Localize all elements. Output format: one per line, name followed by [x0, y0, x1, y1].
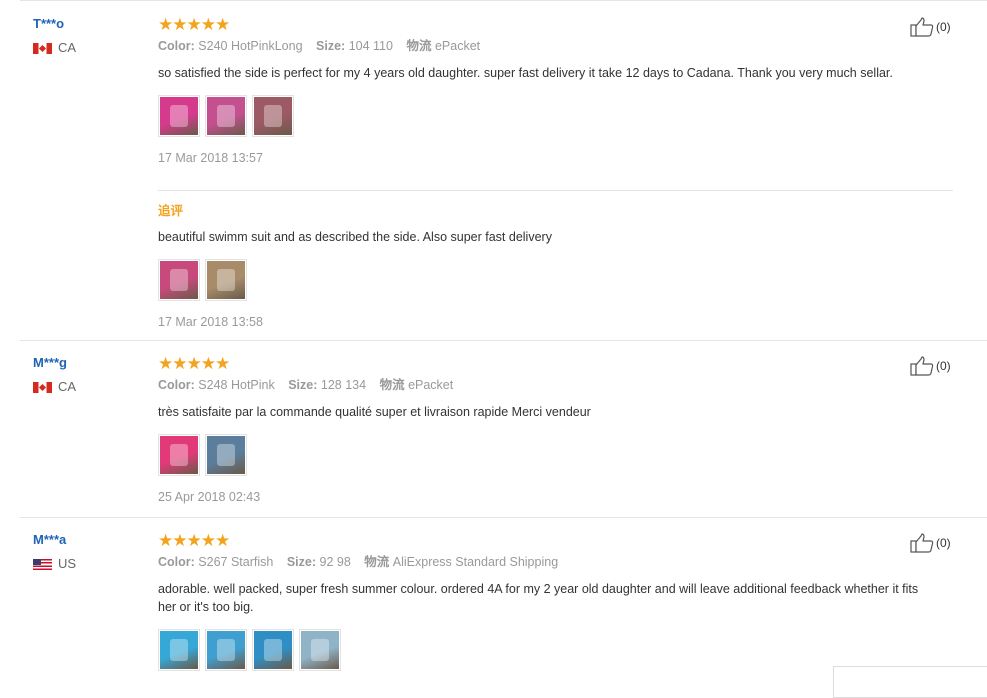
review-date: 17 Mar 2018 13:57 [158, 151, 263, 165]
thumbs-up-icon [910, 533, 934, 553]
color-value: S240 HotPinkLong [198, 39, 303, 53]
star-rating: ★★★★★ [158, 531, 230, 550]
helpful-count: (0) [936, 20, 951, 34]
photo-thumbnails [158, 629, 953, 671]
thumbs-up-icon [910, 17, 934, 37]
helpful-count: (0) [936, 359, 951, 373]
shipping-label: 物流 [379, 378, 405, 392]
shipping-value: AliExpress Standard Shipping [392, 555, 559, 569]
size-label: Size: [288, 378, 318, 392]
shipping-label: 物流 [364, 555, 390, 569]
photo-thumbnail[interactable] [205, 629, 247, 671]
photo-thumbnail[interactable] [158, 259, 200, 301]
review-divider [20, 340, 987, 341]
photo-thumbnail[interactable] [252, 629, 294, 671]
reviewer-info: M***a US [33, 532, 76, 571]
review-body: ★★★★★ Color: S240 HotPinkLong Size: 104 … [158, 16, 953, 165]
photo-thumbnails [158, 259, 953, 301]
review-divider [20, 517, 987, 518]
review-text: adorable. well packed, super fresh summe… [158, 582, 919, 614]
star-rating: ★★★★★ [158, 15, 230, 34]
reviewer-info: M***g CA [33, 355, 76, 394]
helpful-count: (0) [936, 536, 951, 550]
reviewer-country: CA [33, 41, 76, 55]
size-label: Size: [286, 555, 317, 569]
country-code: US [58, 556, 77, 571]
top-divider [20, 0, 987, 1]
photo-thumbnail[interactable] [205, 259, 247, 301]
color-value: S267 Starfish [198, 555, 274, 569]
floating-panel-edge [833, 666, 987, 698]
reviewer-country: US [33, 557, 76, 571]
review-body: ★★★★★ Color: S267 Starfish Size: 92 98 物… [158, 532, 953, 671]
canada-flag-icon [33, 381, 52, 393]
reviewer-name[interactable]: M***g [33, 355, 76, 371]
photo-thumbnails [158, 434, 953, 476]
order-info: Color: S248 HotPink Size: 128 134 物流 ePa… [158, 378, 953, 393]
country-code: CA [58, 379, 77, 394]
helpful-button[interactable]: (0) [910, 17, 951, 37]
color-label: Color: [158, 39, 195, 53]
reviewer-name[interactable]: T***o [33, 16, 76, 32]
followup-body: 追评 beautiful swimm suit and as described… [158, 204, 953, 329]
order-info: Color: S267 Starfish Size: 92 98 物流 AliE… [158, 555, 953, 570]
color-value: S248 HotPink [198, 378, 275, 392]
review-text: so satisfied the side is perfect for my … [158, 66, 893, 80]
order-info: Color: S240 HotPinkLong Size: 104 110 物流… [158, 39, 953, 54]
review-body: ★★★★★ Color: S248 HotPink Size: 128 134 … [158, 355, 953, 504]
country-code: CA [58, 40, 77, 55]
size-value: 128 134 [320, 378, 367, 392]
color-label: Color: [158, 555, 195, 569]
reviewer-name[interactable]: M***a [33, 532, 76, 548]
photo-thumbnail[interactable] [205, 434, 247, 476]
review-text: très satisfaite par la commande qualité … [158, 405, 591, 419]
shipping-label: 物流 [406, 39, 432, 53]
color-label: Color: [158, 378, 195, 392]
followup-date: 17 Mar 2018 13:58 [158, 315, 263, 329]
shipping-value: ePacket [408, 378, 454, 392]
photo-thumbnail[interactable] [158, 629, 200, 671]
size-value: 92 98 [319, 555, 351, 569]
photo-thumbnails [158, 95, 953, 137]
shipping-value: ePacket [434, 39, 481, 53]
photo-thumbnail[interactable] [252, 95, 294, 137]
thumbs-up-icon [910, 356, 934, 376]
photo-thumbnail[interactable] [158, 95, 200, 137]
size-label: Size: [316, 39, 346, 53]
photo-thumbnail[interactable] [158, 434, 200, 476]
reviewer-info: T***o CA [33, 16, 76, 55]
helpful-button[interactable]: (0) [910, 533, 951, 553]
us-flag-icon [33, 558, 52, 570]
followup-label: 追评 [158, 204, 184, 218]
followup-text: beautiful swimm suit and as described th… [158, 230, 552, 244]
canada-flag-icon [33, 42, 52, 54]
helpful-button[interactable]: (0) [910, 356, 951, 376]
review-date: 25 Apr 2018 02:43 [158, 490, 261, 504]
reviewer-country: CA [33, 380, 76, 394]
size-value: 104 110 [348, 39, 393, 53]
photo-thumbnail[interactable] [205, 95, 247, 137]
star-rating: ★★★★★ [158, 354, 230, 373]
photo-thumbnail[interactable] [299, 629, 341, 671]
followup-divider [158, 190, 953, 191]
